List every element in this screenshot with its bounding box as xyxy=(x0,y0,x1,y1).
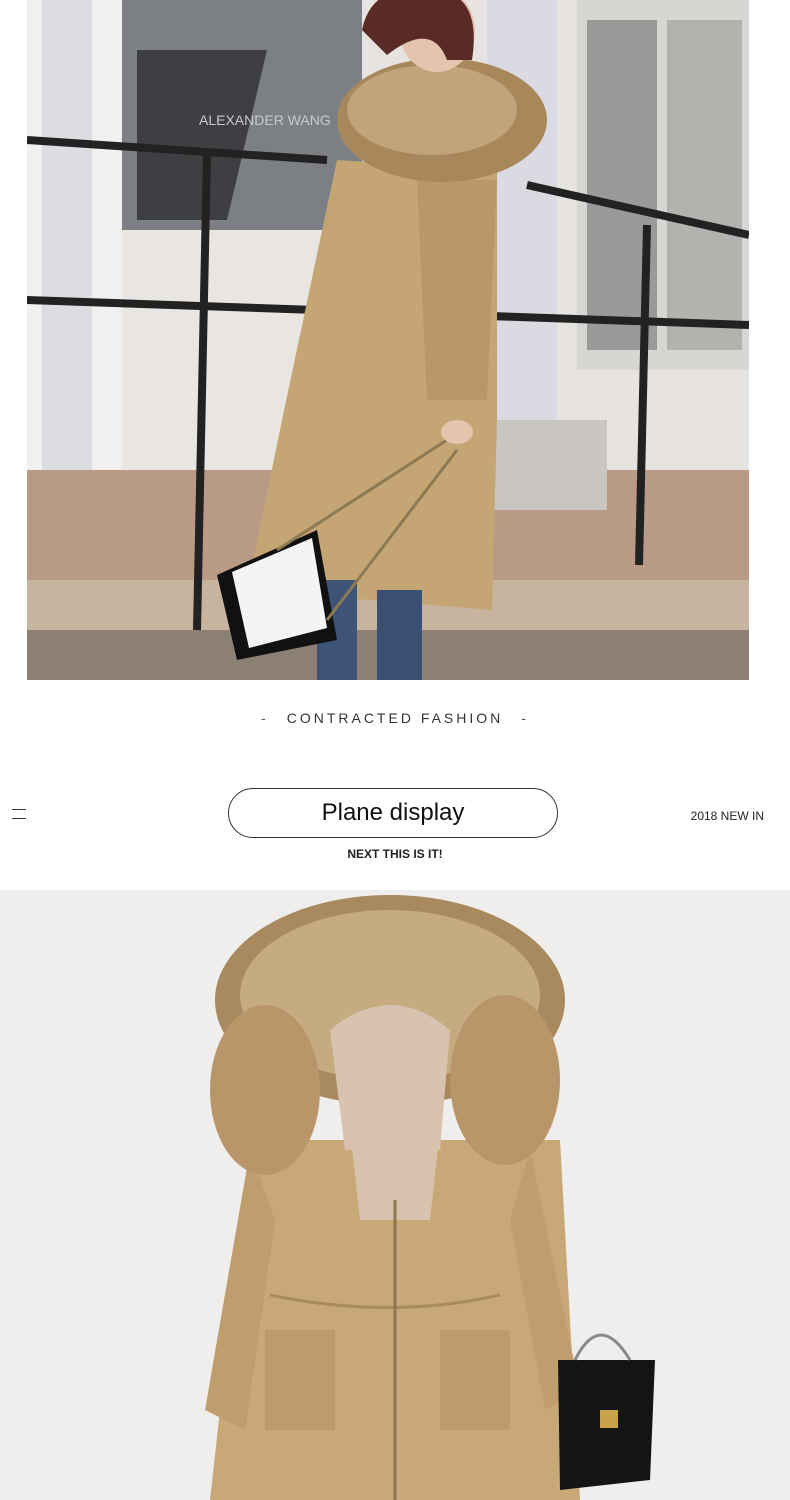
caption: - CONTRACTED FASHION - xyxy=(0,706,790,730)
product-photo xyxy=(0,890,790,1500)
lifestyle-photo: ALEXANDER WANG xyxy=(27,0,749,680)
caption-text: CONTRACTED FASHION xyxy=(286,710,504,726)
storefront-sign: ALEXANDER WANG xyxy=(199,112,331,128)
new-in-badge: 2018 NEW IN xyxy=(690,809,764,823)
plane-display-button[interactable]: Plane display xyxy=(228,788,558,838)
caption-dash-left: - xyxy=(261,710,269,726)
menu-icon[interactable] xyxy=(12,807,26,821)
subheading: NEXT THIS IS IT! xyxy=(347,847,443,861)
section-header: Plane display 2018 NEW IN NEXT THIS IS I… xyxy=(0,785,790,875)
caption-dash-right: - xyxy=(521,710,529,726)
